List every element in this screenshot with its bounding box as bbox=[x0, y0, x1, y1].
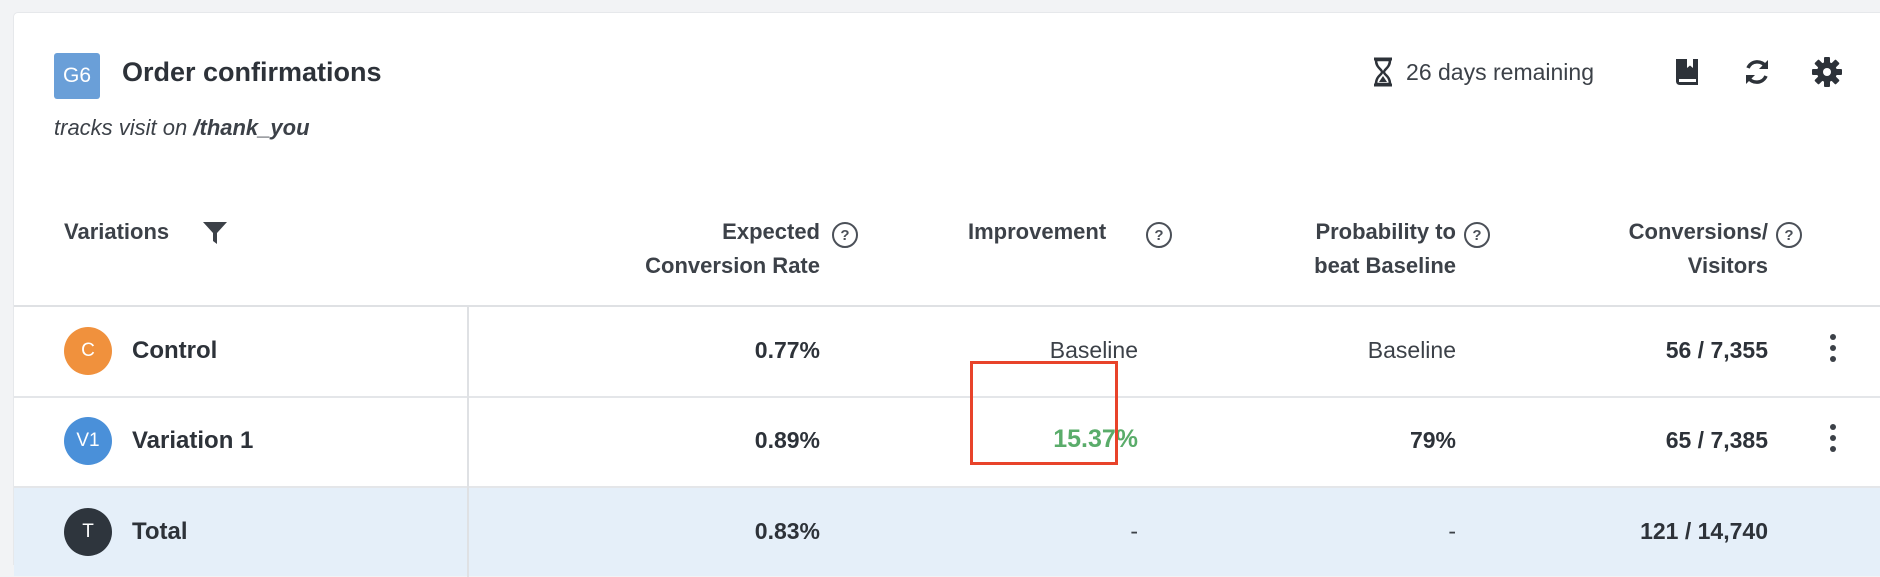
subtitle-path: /thank_you bbox=[193, 115, 310, 140]
avatar: T bbox=[64, 508, 112, 556]
table-row-total: T Total 0.83% - - 121 / 14,740 bbox=[14, 488, 1880, 576]
help-icon-probability[interactable]: ? bbox=[1464, 222, 1490, 248]
improvement-value: Baseline bbox=[1049, 337, 1138, 363]
header-variations: Variations bbox=[64, 219, 170, 244]
header-conversions-line2: Visitors bbox=[1687, 253, 1768, 278]
probability-value: Baseline bbox=[1367, 337, 1456, 363]
row-menu-icon[interactable] bbox=[1828, 421, 1838, 459]
gear-icon[interactable] bbox=[1810, 55, 1844, 89]
header-expected-line1: Expected bbox=[722, 219, 820, 244]
filter-icon[interactable] bbox=[202, 221, 228, 245]
help-icon-conversions[interactable]: ? bbox=[1776, 222, 1802, 248]
help-icon-improvement[interactable]: ? bbox=[1146, 222, 1172, 248]
table-header: Variations Expected Conversion Rate ? Im… bbox=[14, 193, 1880, 307]
header-improvement: Improvement bbox=[968, 219, 1107, 244]
book-icon[interactable] bbox=[1670, 55, 1704, 89]
variation-name: Variation 1 bbox=[132, 427, 254, 454]
row-menu-icon[interactable] bbox=[1828, 331, 1838, 369]
improvement-value: - bbox=[1130, 518, 1138, 544]
conversions-value: 65 / 7,385 bbox=[1665, 427, 1768, 453]
column-divider bbox=[467, 305, 469, 577]
header-probability-line1: Probability to bbox=[1315, 219, 1456, 244]
hourglass-icon bbox=[1374, 57, 1393, 87]
expected-rate: 0.83% bbox=[754, 518, 820, 544]
expected-rate: 0.89% bbox=[754, 427, 820, 453]
goal-toolbar: 26 days remaining bbox=[1372, 55, 1844, 89]
conversions-value: 121 / 14,740 bbox=[1640, 518, 1768, 544]
goal-title: Order confirmations bbox=[122, 57, 382, 87]
probability-value: 79% bbox=[1409, 427, 1456, 453]
goal-subtitle: tracks visit on /thank_you bbox=[54, 115, 310, 141]
expected-rate: 0.77% bbox=[754, 337, 820, 363]
conversions-value: 56 / 7,355 bbox=[1665, 337, 1768, 363]
header-expected-line2: Conversion Rate bbox=[645, 253, 820, 278]
subtitle-prefix: tracks visit on bbox=[54, 115, 194, 140]
header-expected-rate: Expected Conversion Rate bbox=[645, 215, 820, 283]
header-conversions: Conversions/ Visitors bbox=[1629, 215, 1768, 283]
goal-card: G6 Order confirmations tracks visit on /… bbox=[14, 13, 1880, 577]
table-row-variation-1: V1 Variation 1 0.89% 15.37% 79% 65 / 7,3… bbox=[14, 397, 1880, 488]
header-conversions-line1: Conversions/ bbox=[1628, 219, 1768, 244]
refresh-icon[interactable] bbox=[1740, 55, 1774, 89]
highlight-annotation bbox=[970, 361, 1118, 465]
variation-name: Control bbox=[132, 337, 218, 364]
header-probability-line2: beat Baseline bbox=[1314, 253, 1456, 278]
probability-value: - bbox=[1448, 518, 1456, 544]
goal-badge: G6 bbox=[54, 53, 100, 99]
remaining-indicator: 26 days remaining bbox=[1372, 57, 1594, 87]
avatar: C bbox=[64, 327, 112, 375]
table-row-control: C Control 0.77% Baseline Baseline 56 / 7… bbox=[14, 307, 1880, 398]
variation-name: Total bbox=[132, 518, 188, 545]
header-probability: Probability to beat Baseline bbox=[1314, 215, 1456, 283]
remaining-text: 26 days remaining bbox=[1406, 58, 1594, 85]
avatar: V1 bbox=[64, 417, 112, 465]
help-icon-expected-rate[interactable]: ? bbox=[832, 222, 858, 248]
